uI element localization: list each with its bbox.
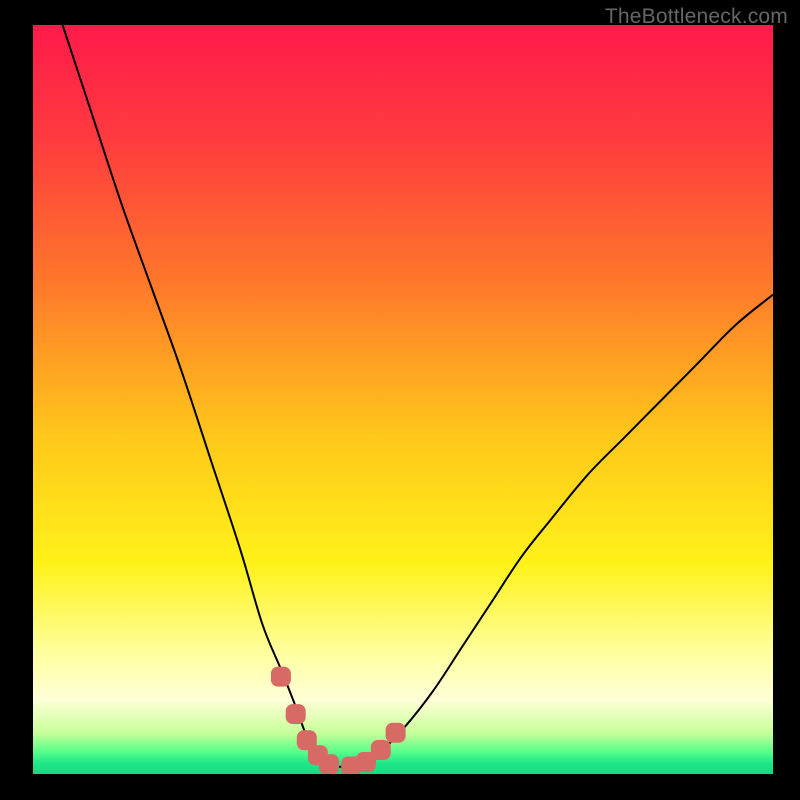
marker-point [286, 704, 306, 724]
marker-point [271, 667, 291, 687]
plot-area [33, 25, 773, 774]
marker-point [386, 723, 406, 743]
chart-svg [33, 25, 773, 774]
marker-point [319, 754, 339, 774]
marker-point [371, 740, 391, 760]
chart-frame: TheBottleneck.com [0, 0, 800, 800]
watermark-text: TheBottleneck.com [605, 5, 788, 29]
